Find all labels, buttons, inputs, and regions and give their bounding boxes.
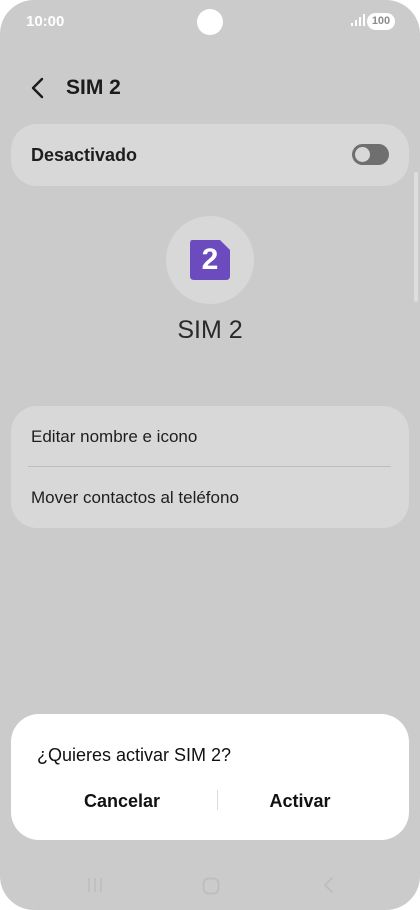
home-icon[interactable]	[202, 877, 220, 895]
menu-item-label: Mover contactos al teléfono	[31, 488, 239, 507]
menu-item-move-contacts[interactable]: Mover contactos al teléfono	[11, 467, 409, 528]
menu-card: Editar nombre e icono Mover contactos al…	[11, 406, 409, 528]
activate-sim-dialog: ¿Quieres activar SIM 2? Cancelar Activar	[11, 714, 409, 840]
toggle-switch[interactable]	[352, 144, 389, 165]
signal-icon	[351, 14, 365, 26]
sim-number: 2	[201, 243, 219, 276]
battery-icon: 100	[367, 13, 395, 30]
toggle-knob	[355, 147, 370, 162]
menu-item-label: Editar nombre e icono	[31, 427, 198, 446]
back-icon[interactable]	[321, 876, 335, 894]
header: SIM 2	[0, 68, 420, 108]
navigation-bar	[0, 860, 420, 910]
phone-screen: 10:00 100 SIM 2 Desactivado 2 SIM 2 Edit…	[0, 0, 420, 910]
toggle-label: Desactivado	[31, 145, 138, 165]
page-title: SIM 2	[66, 76, 121, 99]
scrollbar[interactable]	[414, 172, 418, 302]
chevron-left-icon[interactable]	[28, 76, 48, 100]
menu-item-edit-name[interactable]: Editar nombre e icono	[11, 406, 409, 467]
sim-name: SIM 2	[177, 316, 243, 344]
sim-toggle-row[interactable]: Desactivado	[11, 124, 409, 186]
status-time: 10:00	[26, 13, 65, 30]
sim-icon-container: 2	[166, 216, 254, 304]
status-bar: 10:00 100	[0, 0, 420, 46]
dialog-title: ¿Quieres activar SIM 2?	[37, 745, 232, 765]
cancel-button[interactable]: Cancelar	[29, 784, 215, 818]
recent-apps-icon[interactable]	[86, 877, 104, 893]
camera-hole	[197, 9, 223, 35]
activate-button[interactable]: Activar	[207, 784, 393, 818]
